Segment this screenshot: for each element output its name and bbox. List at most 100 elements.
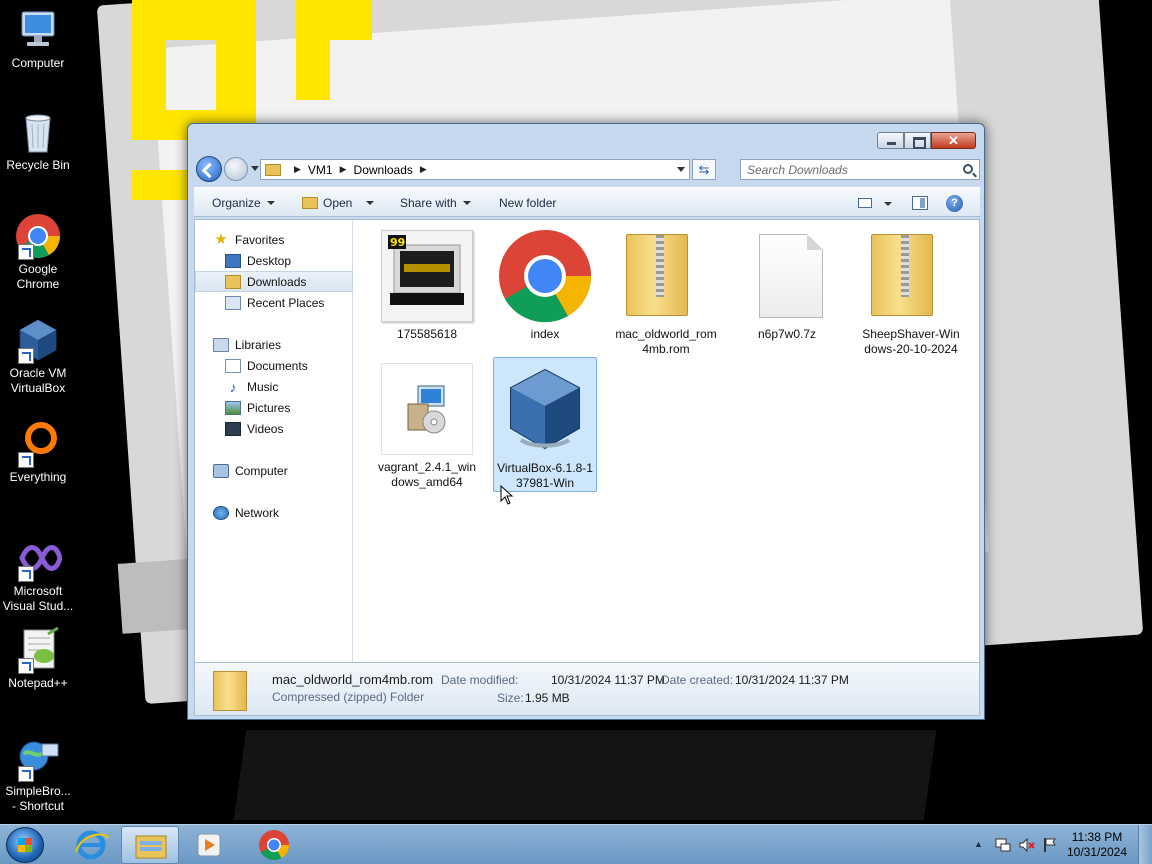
file-item[interactable]: mac_oldworld_rom4mb.rom	[614, 224, 718, 357]
media-player-icon	[197, 833, 221, 857]
address-bar[interactable]: ▶ VM1 ▶ Downloads ▶	[260, 159, 690, 180]
taskbar-windows-explorer[interactable]	[121, 826, 179, 864]
nav-label: Libraries	[235, 337, 282, 352]
view-options-dropdown-icon[interactable]	[884, 202, 892, 206]
file-item[interactable]: index	[493, 224, 597, 342]
taskbar-google-chrome[interactable]	[245, 826, 303, 864]
desktop-icon-visual-studio[interactable]: Microsoft Visual Stud...	[2, 534, 74, 614]
address-history-dropdown-icon[interactable]	[677, 167, 685, 172]
taskbar-clock[interactable]: 11:38 PM 10/31/2024	[1062, 830, 1132, 860]
details-date-modified-label: Date modified:	[441, 673, 519, 687]
taskbar-internet-explorer[interactable]	[62, 826, 120, 864]
desktop-icon-label: Oracle VM VirtualBox	[9, 366, 67, 395]
desktop-icon-label: Recycle Bin	[6, 158, 70, 172]
forward-button[interactable]	[224, 157, 248, 181]
window-controls: ✕	[877, 132, 976, 149]
file-item[interactable]: SheepShaver-Windows-20-10-2024	[859, 224, 963, 357]
search-icon[interactable]	[963, 164, 973, 174]
window-titlebar[interactable]: ✕	[188, 124, 984, 154]
desktop-icon-computer[interactable]: Computer	[2, 6, 74, 71]
star-icon: ★	[214, 230, 228, 248]
nav-documents[interactable]: Documents	[195, 355, 353, 376]
virtualbox-icon	[14, 316, 62, 364]
network-status-icon[interactable]	[994, 836, 1012, 854]
documents-icon	[225, 358, 241, 373]
close-button[interactable]: ✕	[931, 132, 976, 149]
taskbar-media-player[interactable]	[180, 826, 238, 864]
mouse-cursor-icon	[500, 485, 514, 505]
chrome-icon	[259, 830, 289, 861]
action-center-flag-icon[interactable]	[1042, 836, 1058, 854]
preview-pane-icon[interactable]	[912, 196, 928, 210]
nav-downloads[interactable]: Downloads	[195, 271, 353, 292]
videos-film-icon	[225, 421, 241, 436]
everything-search-icon	[14, 420, 62, 468]
nav-favorites[interactable]: ★ Favorites	[195, 229, 353, 250]
nav-music[interactable]: ♪ Music	[195, 376, 353, 397]
nav-computer[interactable]: Computer	[195, 460, 353, 481]
start-button[interactable]	[6, 827, 44, 863]
refresh-button[interactable]: ⇆	[692, 159, 716, 180]
clock-time: 11:38 PM	[1071, 830, 1123, 844]
change-view-icon[interactable]	[858, 198, 872, 208]
file-name: index	[530, 327, 560, 341]
explorer-window: ✕ ▶ VM1 ▶ Downloads ▶ ⇆ Search Downloads…	[187, 123, 985, 720]
desktop-icon-virtualbox[interactable]: Oracle VM VirtualBox	[2, 316, 74, 396]
organize-label: Organize	[212, 196, 261, 210]
nav-label: Network	[235, 505, 280, 520]
maximize-button[interactable]	[904, 132, 931, 149]
folder-open-icon	[302, 197, 318, 209]
minimize-button[interactable]	[877, 132, 904, 149]
refresh-icon: ⇆	[698, 162, 710, 177]
search-input[interactable]: Search Downloads	[740, 159, 980, 180]
back-button[interactable]	[196, 156, 222, 182]
file-item[interactable]: 99 175585618	[375, 224, 479, 342]
breadcrumb-chevron-icon[interactable]: ▶	[340, 164, 347, 175]
breadcrumb-downloads[interactable]: Downloads	[354, 163, 413, 177]
nav-recent-places[interactable]: Recent Places	[195, 292, 353, 313]
nav-pictures[interactable]: Pictures	[195, 397, 353, 418]
nav-libraries[interactable]: Libraries	[195, 334, 353, 355]
new-folder-button[interactable]: New folder	[499, 196, 556, 210]
desktop-icon-everything[interactable]: Everything	[2, 420, 74, 485]
breadcrumb-chevron-icon[interactable]: ▶	[420, 164, 427, 175]
show-desktop-button[interactable]	[1138, 825, 1152, 864]
shortcut-arrow-icon	[18, 244, 34, 260]
volume-muted-icon[interactable]	[1018, 836, 1036, 854]
desktop-icon	[225, 253, 241, 268]
breadcrumb-vm1[interactable]: VM1	[308, 163, 333, 177]
recent-pages-dropdown[interactable]	[251, 166, 259, 171]
nav-label: Documents	[247, 358, 308, 373]
show-hidden-icons-chevron-icon[interactable]: ▲	[974, 839, 983, 849]
zip-folder-icon	[213, 671, 247, 711]
zip-folder-icon	[618, 228, 714, 324]
file-item[interactable]: vagrant_2.4.1_windows_amd64	[375, 357, 479, 490]
organize-button[interactable]: Organize	[212, 196, 275, 210]
file-name: mac_oldworld_rom4mb.rom	[615, 327, 717, 356]
desktop-icon-simplebro-shortcut[interactable]: SimpleBro... - Shortcut	[2, 734, 74, 814]
wallpaper-monitor-base	[233, 730, 937, 820]
new-folder-label: New folder	[499, 196, 557, 210]
open-label: Open	[323, 196, 353, 210]
help-icon[interactable]: ?	[946, 195, 963, 212]
file-name: SheepShaver-Windows-20-10-2024	[862, 327, 960, 356]
network-globe-icon	[14, 734, 62, 782]
breadcrumb-chevron-icon[interactable]: ▶	[294, 164, 301, 175]
navigation-pane: ★ Favorites Desktop Downloads Recent Plac…	[195, 220, 353, 662]
nav-label: Videos	[247, 421, 284, 436]
desktop-icon-notepad-plus-plus[interactable]: Notepad++	[2, 626, 74, 691]
file-item-selected[interactable]: VirtualBox-6.1.8-137981-Win	[493, 357, 597, 492]
libraries-icon	[213, 337, 229, 352]
share-with-button[interactable]: Share with	[400, 196, 471, 210]
file-item[interactable]: n6p7w0.7z	[735, 224, 839, 342]
desktop-icon-recycle-bin[interactable]: Recycle Bin	[2, 108, 74, 173]
computer-icon	[14, 6, 62, 54]
nav-label: Pictures	[247, 400, 291, 415]
desktop-icon-google-chrome[interactable]: Google Chrome	[2, 212, 74, 292]
nav-network[interactable]: Network	[195, 502, 353, 523]
windows-explorer-icon	[135, 835, 167, 859]
open-button[interactable]: Open	[302, 196, 375, 210]
installer-icon	[379, 361, 475, 457]
nav-videos[interactable]: Videos	[195, 418, 353, 439]
nav-desktop[interactable]: Desktop	[195, 250, 353, 271]
